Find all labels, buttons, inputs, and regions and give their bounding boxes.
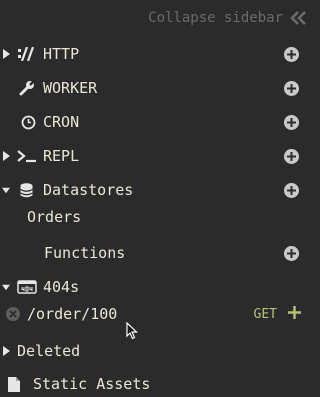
add-datastore-button[interactable]: [284, 182, 299, 198]
http-icon: [18, 46, 34, 62]
double-chevron-left-icon: [290, 11, 306, 25]
caret-right-icon[interactable]: [2, 151, 10, 161]
caret-right-icon[interactable]: [2, 346, 10, 356]
sidebar-item-cron[interactable]: CRON: [0, 109, 315, 135]
sidebar-item-label: Datastores: [43, 181, 134, 199]
add-function-button[interactable]: [284, 245, 299, 261]
sidebar-item-label: CRON: [43, 113, 80, 131]
sidebar-header: Collapse sidebar: [0, 0, 315, 42]
datastore-item-orders[interactable]: Orders: [0, 204, 315, 230]
sidebar-item-label: Static Assets: [33, 375, 151, 393]
404-icon: [17, 279, 37, 295]
sidebar-item-worker[interactable]: WORKER: [0, 75, 315, 101]
collapse-sidebar-label: Collapse sidebar: [148, 10, 283, 26]
terminal-icon: [17, 148, 37, 164]
file-icon: [6, 376, 22, 392]
caret-right-icon[interactable]: [2, 49, 10, 59]
404-route-item[interactable]: /order/100 GET: [0, 301, 315, 327]
sidebar-item-label: Functions: [44, 244, 126, 262]
close-icon[interactable]: [6, 307, 20, 321]
sidebar-item-label: 404s: [43, 278, 80, 296]
clock-icon: [20, 114, 36, 130]
wrench-icon: [19, 80, 35, 96]
sidebar-item-label: Orders: [27, 208, 82, 226]
caret-down-icon[interactable]: [2, 284, 10, 291]
route-path: /order/100: [27, 305, 118, 323]
sidebar-item-datastores[interactable]: Datastores: [0, 177, 315, 203]
caret-down-icon[interactable]: [2, 187, 10, 194]
sidebar-item-http[interactable]: HTTP: [0, 41, 315, 67]
sidebar-item-label: REPL: [43, 147, 80, 165]
sidebar-item-404s[interactable]: 404s: [0, 274, 315, 300]
http-method-badge: GET: [253, 306, 277, 322]
sidebar-item-repl[interactable]: REPL: [0, 143, 315, 169]
collapse-sidebar-button[interactable]: Collapse sidebar: [148, 10, 307, 26]
add-cron-button[interactable]: [284, 114, 299, 130]
mouse-cursor-icon: [126, 322, 138, 340]
add-http-button[interactable]: [284, 46, 299, 62]
sidebar-item-label: HTTP: [43, 45, 80, 63]
sidebar-item-deleted[interactable]: Deleted: [0, 338, 315, 364]
sidebar-item-static-assets[interactable]: Static Assets: [0, 371, 315, 397]
sidebar-item-label: Deleted: [17, 342, 81, 360]
sidebar-item-label: WORKER: [43, 79, 98, 97]
sidebar-item-functions[interactable]: Functions: [0, 240, 315, 266]
add-route-button[interactable]: [288, 305, 301, 323]
database-icon: [18, 182, 34, 198]
add-repl-button[interactable]: [284, 148, 299, 164]
add-worker-button[interactable]: [284, 80, 299, 96]
